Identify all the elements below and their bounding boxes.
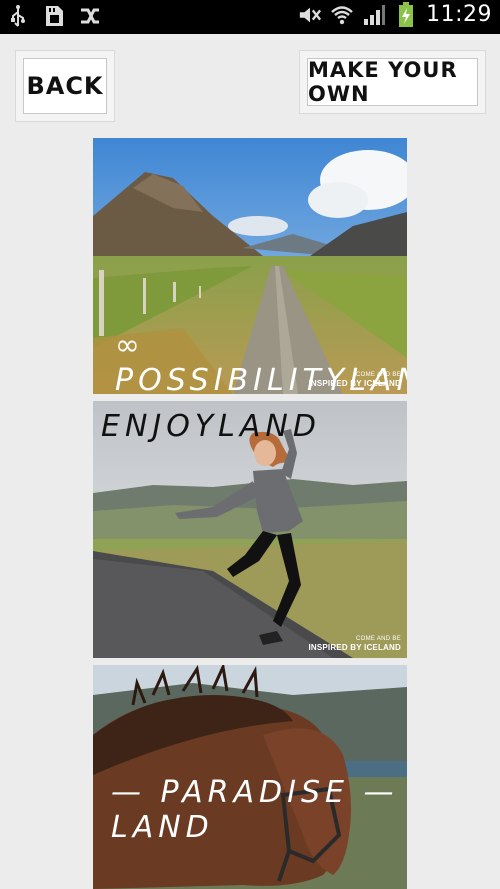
postcard-paradiseland[interactable]: — PARADISE —LAND — [93, 665, 407, 889]
clock: 11:29 — [426, 2, 492, 27]
system-icons: 11:29 — [298, 1, 492, 27]
brand-name: INSPIRED BY ICELAND — [308, 379, 401, 388]
make-your-own-button[interactable]: MAKE YOUR OWN — [299, 50, 486, 114]
signal-icon — [362, 3, 386, 27]
notification-icons — [6, 4, 102, 28]
mute-icon — [298, 3, 322, 27]
back-button-face[interactable]: BACK — [23, 58, 107, 114]
make-your-own-button-face[interactable]: MAKE YOUR OWN — [307, 58, 478, 106]
brand-tagline: COME AND BE — [356, 636, 401, 642]
postcard-enjoyland[interactable]: ENJOYLAND COME AND BE INSPIRED BY ICELAN… — [93, 401, 407, 658]
brand-tagline: COME AND BE — [356, 372, 401, 378]
card-title: — PARADISE —LAND — [111, 775, 399, 845]
postcard-possibilityland[interactable]: ∞ POSSIBILITYLAND COME AND BE INSPIRED B… — [93, 138, 407, 394]
brand-watermark: COME AND BE INSPIRED BY ICELAND — [308, 636, 401, 652]
brand-name: INSPIRED BY ICELAND — [308, 643, 401, 652]
sd-card-icon — [42, 4, 66, 28]
wifi-icon — [330, 3, 354, 27]
shuffle-icon — [78, 4, 102, 28]
card-title: ENJOYLAND — [101, 409, 321, 444]
battery-charging-icon — [394, 1, 418, 27]
make-your-own-button-label: MAKE YOUR OWN — [308, 58, 458, 106]
brand-watermark: COME AND BE INSPIRED BY ICELAND — [308, 372, 401, 388]
back-button-label: BACK — [26, 72, 104, 100]
back-button[interactable]: BACK — [15, 50, 115, 122]
status-bar: 11:29 — [0, 0, 500, 34]
usb-icon — [6, 4, 30, 28]
